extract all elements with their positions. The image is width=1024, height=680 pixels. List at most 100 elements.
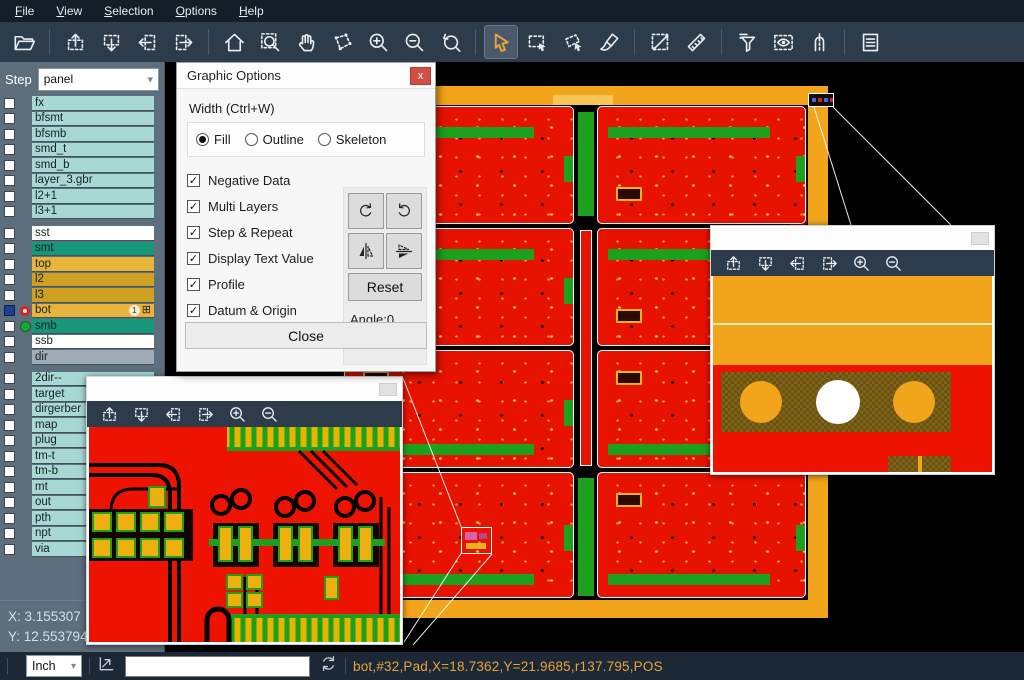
layer-checkbox[interactable]	[4, 466, 15, 477]
layer-row-bfsmb[interactable]: bfsmb	[0, 127, 164, 142]
layer-checkbox[interactable]	[4, 191, 15, 202]
menu-item-options[interactable]: Options	[165, 0, 228, 22]
trace-button[interactable]	[803, 26, 835, 58]
pan-up-button[interactable]	[96, 402, 122, 426]
layer-checkbox[interactable]	[4, 451, 15, 462]
layer-grid-icon[interactable]: ⊞	[142, 305, 151, 316]
layer-checkbox[interactable]	[4, 497, 15, 508]
layer-name[interactable]: bot1⊞	[32, 304, 154, 319]
checkbox-profile[interactable]: ✓Profile	[187, 271, 323, 297]
layer-name[interactable]: dir	[32, 350, 154, 365]
layer-row-smd_t[interactable]: smd_t	[0, 143, 164, 158]
layer-row-l3+1[interactable]: l3+1	[0, 205, 164, 220]
layer-row-dir[interactable]: dir	[0, 350, 164, 365]
layer-checkbox[interactable]	[4, 243, 15, 254]
magnifier-right-view[interactable]	[711, 276, 994, 474]
pan-up-button[interactable]	[720, 251, 746, 275]
snap-corner-icon[interactable]	[97, 654, 116, 678]
pan-left-button[interactable]	[131, 26, 163, 58]
magnifier-left-view[interactable]	[87, 427, 402, 644]
layer-checkbox[interactable]	[4, 544, 15, 555]
layer-checkbox[interactable]	[4, 144, 15, 155]
poly-select-button[interactable]	[557, 26, 589, 58]
close-button[interactable]: Close	[185, 322, 427, 349]
command-input[interactable]	[125, 656, 310, 677]
rotate-cw-button[interactable]	[348, 193, 384, 229]
layer-row-ssb[interactable]: ssb	[0, 335, 164, 350]
ruler-button[interactable]	[680, 26, 712, 58]
rect-select-button[interactable]	[521, 26, 553, 58]
layer-checkbox[interactable]	[4, 98, 15, 109]
menu-item-selection[interactable]: Selection	[93, 0, 164, 22]
layer-checkbox[interactable]	[4, 160, 15, 171]
layer-name[interactable]: ssb	[32, 335, 154, 350]
pcb-board-r4c2[interactable]	[597, 472, 806, 598]
magnifier-left-titlebar[interactable]	[87, 377, 402, 401]
layer-checkbox[interactable]	[4, 129, 15, 140]
layer-row-l3[interactable]: l3	[0, 288, 164, 303]
magnifier-right-titlebar[interactable]	[711, 226, 994, 250]
layer-row-l2+1[interactable]: l2+1	[0, 189, 164, 204]
layer-name[interactable]: fx	[32, 96, 154, 111]
layer-checkbox[interactable]	[4, 513, 15, 524]
pan-right-button[interactable]	[816, 251, 842, 275]
layer-row-smd_b[interactable]: smd_b	[0, 158, 164, 173]
zoom-out-button[interactable]	[880, 251, 906, 275]
layer-checkbox[interactable]	[4, 420, 15, 431]
layer-checkbox[interactable]	[4, 259, 15, 270]
open-folder-button[interactable]	[8, 26, 40, 58]
zoom-out-button[interactable]	[398, 26, 430, 58]
layer-checkbox[interactable]	[4, 404, 15, 415]
pan-down-button[interactable]	[752, 251, 778, 275]
checkbox-multi-layers[interactable]: ✓Multi Layers	[187, 193, 323, 219]
mirror-h-button[interactable]	[348, 233, 384, 269]
measure-button[interactable]	[644, 26, 676, 58]
close-icon[interactable]: x	[410, 67, 431, 85]
poly-zoom-button[interactable]	[326, 26, 358, 58]
layer-name[interactable]: layer_3.gbr	[32, 174, 154, 189]
radio-outline[interactable]: Outline	[245, 132, 304, 147]
checkbox-datum-origin[interactable]: ✓Datum & Origin	[187, 297, 323, 323]
layer-checkbox[interactable]	[4, 389, 15, 400]
layer-name[interactable]: sst	[32, 226, 154, 241]
menu-item-help[interactable]: Help	[228, 0, 275, 22]
menu-item-view[interactable]: View	[45, 0, 93, 22]
magnifier-window-right[interactable]	[710, 225, 995, 475]
checkbox-negative-data[interactable]: ✓Negative Data	[187, 167, 323, 193]
layer-row-sst[interactable]: sst	[0, 226, 164, 241]
layer-name[interactable]: l3	[32, 288, 154, 303]
layer-name[interactable]: l2+1	[32, 189, 154, 204]
pan-down-button[interactable]	[128, 402, 154, 426]
radio-skeleton[interactable]: Skeleton	[318, 132, 387, 147]
layer-row-smb[interactable]: smb	[0, 319, 164, 334]
layer-checkbox[interactable]	[4, 352, 15, 363]
magnifier-window-left[interactable]	[86, 376, 403, 645]
dialog-titlebar[interactable]: Graphic Options x	[177, 63, 435, 89]
radio-fill[interactable]: Fill	[196, 132, 231, 147]
sync-icon[interactable]	[319, 654, 338, 678]
rotate-ccw-button[interactable]	[386, 193, 422, 229]
layer-checkbox[interactable]	[4, 290, 15, 301]
zoom-in-button[interactable]	[848, 251, 874, 275]
layer-name[interactable]: l3+1	[32, 205, 154, 220]
layer-checkbox[interactable]	[4, 482, 15, 493]
pan-right-button[interactable]	[192, 402, 218, 426]
layer-checkbox[interactable]	[4, 528, 15, 539]
eye-button[interactable]	[767, 26, 799, 58]
graphic-options-dialog[interactable]: Graphic Options x Width (Ctrl+W) FillOut…	[176, 62, 436, 372]
report-button[interactable]	[854, 26, 886, 58]
checkbox-step-repeat[interactable]: ✓Step & Repeat	[187, 219, 323, 245]
layer-row-bot[interactable]: bot1⊞	[0, 304, 164, 319]
layer-checkbox[interactable]	[4, 228, 15, 239]
zoom-in-button[interactable]	[362, 26, 394, 58]
layer-row-layer_3.gbr[interactable]: layer_3.gbr	[0, 174, 164, 189]
brush-button[interactable]	[593, 26, 625, 58]
checkbox-display-text-value[interactable]: ✓Display Text Value	[187, 245, 323, 271]
layer-name[interactable]: smb	[32, 319, 154, 334]
layer-checkbox[interactable]	[4, 321, 15, 332]
layer-row-fx[interactable]: fx	[0, 96, 164, 111]
layer-name[interactable]: smd_t	[32, 143, 154, 158]
layer-checkbox[interactable]	[4, 274, 15, 285]
mirror-v-button[interactable]	[386, 233, 422, 269]
layer-name[interactable]: smt	[32, 242, 154, 257]
